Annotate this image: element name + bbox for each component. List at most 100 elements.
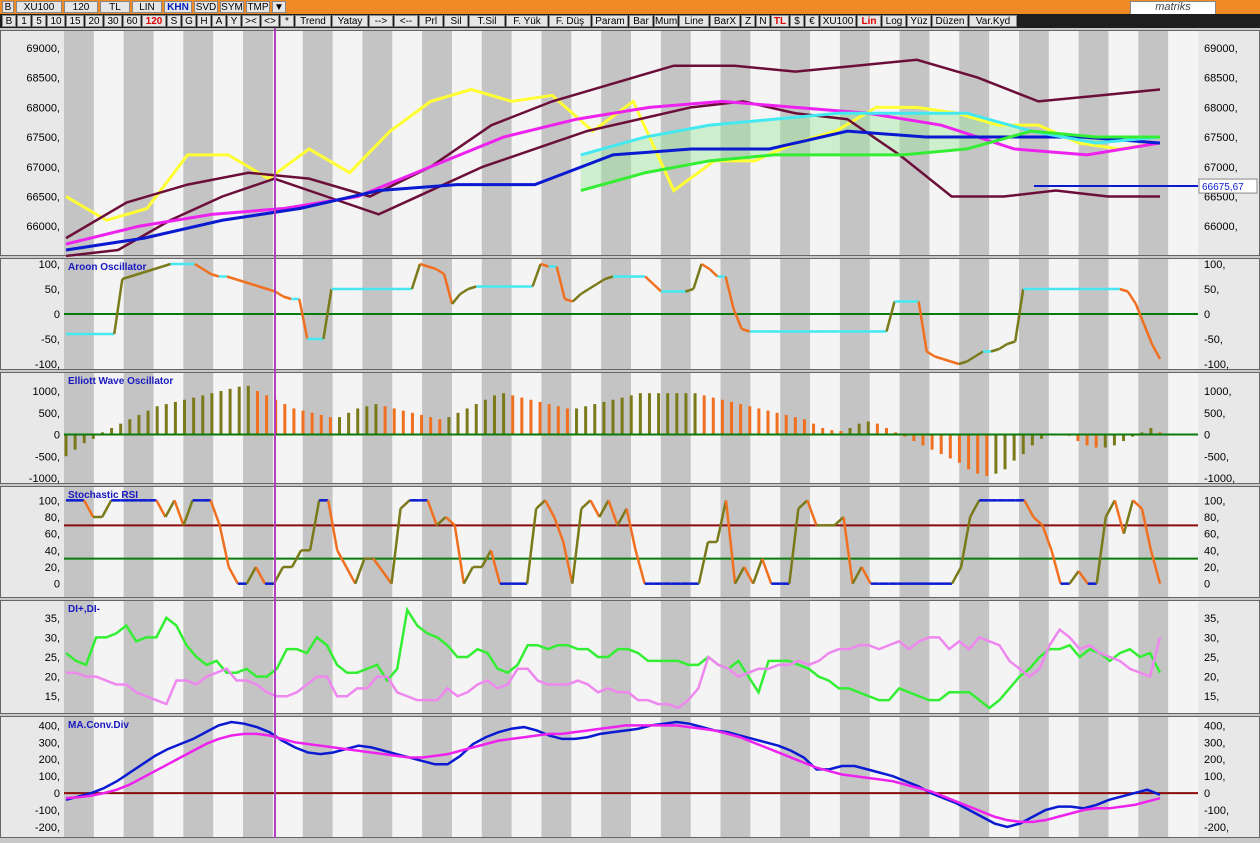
- currency-field[interactable]: TL: [100, 1, 130, 13]
- shade-col: [183, 716, 214, 838]
- y-tick-right: -500,: [1204, 451, 1229, 463]
- period-field[interactable]: 120: [64, 1, 98, 13]
- period-button-35[interactable]: €: [805, 15, 819, 27]
- period-button-13[interactable]: Y: [227, 15, 241, 27]
- period-button-29[interactable]: Line: [679, 15, 709, 27]
- period-button-39[interactable]: Yüz: [907, 15, 931, 27]
- ewo-bar: [465, 408, 469, 435]
- ewo-bar: [720, 399, 724, 435]
- ewo-bar: [584, 406, 588, 435]
- period-button-27[interactable]: Bar: [629, 15, 653, 27]
- period-button-31[interactable]: Z: [741, 15, 755, 27]
- brand-logo: matriks: [1130, 1, 1216, 15]
- period-button-11[interactable]: H: [197, 15, 211, 27]
- period-button-22[interactable]: Sil: [444, 15, 468, 27]
- ewo-bar: [520, 397, 524, 435]
- period-button-38[interactable]: Log: [882, 15, 906, 27]
- period-button-5[interactable]: 20: [85, 15, 103, 27]
- tmp-button[interactable]: TMP: [246, 1, 270, 13]
- ewo-bar: [994, 434, 998, 474]
- y-tick-right: 68500,: [1204, 73, 1238, 85]
- period-button-24[interactable]: F. Yük: [506, 15, 548, 27]
- y-tick-right: 66000,: [1204, 221, 1238, 233]
- ewo-bar: [347, 412, 351, 435]
- ewo-bar: [365, 406, 369, 435]
- lin-button[interactable]: LIN: [132, 1, 162, 13]
- period-button-19[interactable]: -->: [369, 15, 393, 27]
- period-button-4[interactable]: 15: [66, 15, 84, 27]
- period-button-18[interactable]: Yatay: [332, 15, 368, 27]
- shade-col: [1018, 486, 1049, 598]
- tmp-dropdown-button[interactable]: ▼: [272, 1, 286, 13]
- ewo-bar: [666, 393, 670, 435]
- symbol-field[interactable]: XU100: [16, 1, 62, 13]
- period-button-7[interactable]: 60: [123, 15, 141, 27]
- period-button-37[interactable]: Lin: [857, 15, 881, 27]
- ewo-bar: [119, 423, 123, 435]
- y-tick-left: 100,: [39, 771, 60, 783]
- ewo-bar: [338, 417, 341, 435]
- shade-col: [899, 600, 930, 714]
- shade-col: [959, 486, 990, 598]
- period-button-1[interactable]: 1: [17, 15, 31, 27]
- shade-col: [1078, 372, 1109, 484]
- shade-col: [243, 600, 273, 714]
- ewo-bar: [246, 385, 250, 435]
- shade-col: [1078, 486, 1109, 598]
- period-button-33[interactable]: TL: [771, 15, 789, 27]
- period-button-36[interactable]: XU100: [820, 15, 856, 27]
- y-tick-right: 0: [1204, 430, 1210, 442]
- chart-area[interactable]: 69000, 69000, 68500, 68500, 68000, 68000, 6750…: [0, 28, 1260, 843]
- y-tick-left: 68500,: [26, 73, 60, 85]
- period-button-17[interactable]: Trend: [295, 15, 331, 27]
- ewo-bar: [857, 423, 861, 435]
- period-button-16[interactable]: *: [280, 15, 294, 27]
- period-button-23[interactable]: T.Sil: [469, 15, 505, 27]
- period-button-0[interactable]: B: [2, 15, 16, 27]
- y-tick-right: -1000,: [1204, 473, 1235, 485]
- y-tick-left: 67000,: [26, 162, 60, 174]
- ewo-bar: [547, 404, 551, 435]
- period-button-10[interactable]: G: [182, 15, 196, 27]
- period-button-12[interactable]: A: [212, 15, 226, 27]
- shade-col: [720, 600, 751, 714]
- ewo-bar: [939, 434, 943, 455]
- svd-button[interactable]: SVD: [194, 1, 218, 13]
- ewo-bar: [310, 412, 314, 435]
- period-button-28[interactable]: Mum: [654, 15, 678, 27]
- period-button-8[interactable]: 120: [142, 15, 166, 27]
- ewo-bar: [957, 434, 961, 463]
- y-tick-left: 80,: [45, 512, 60, 524]
- y-tick-right: 20,: [1204, 672, 1219, 684]
- sym-button[interactable]: SYM: [220, 1, 244, 13]
- period-button-25[interactable]: F. Düş: [549, 15, 591, 27]
- period-button-9[interactable]: S: [167, 15, 181, 27]
- period-button-26[interactable]: Param: [592, 15, 628, 27]
- b-button[interactable]: B: [2, 1, 14, 13]
- y-tick-left: 35,: [45, 613, 60, 625]
- period-button-30[interactable]: BarX: [710, 15, 740, 27]
- shade-col: [302, 30, 333, 256]
- ewo-bar: [511, 395, 515, 435]
- ewo-bar: [538, 401, 542, 435]
- shade-col: [839, 372, 870, 484]
- period-button-14[interactable]: ><: [242, 15, 260, 27]
- period-button-32[interactable]: N: [756, 15, 770, 27]
- period-button-6[interactable]: 30: [104, 15, 122, 27]
- period-button-21[interactable]: Prl: [419, 15, 443, 27]
- period-button-3[interactable]: 10: [47, 15, 65, 27]
- shade-col: [601, 486, 631, 598]
- ewo-bar: [739, 404, 743, 435]
- y-tick-right: 30,: [1204, 632, 1219, 644]
- y-tick-left: 20,: [45, 672, 60, 684]
- period-button-34[interactable]: $: [790, 15, 804, 27]
- period-button-40[interactable]: Düzen: [932, 15, 968, 27]
- shade-col: [422, 486, 452, 598]
- ewo-bar: [383, 406, 387, 435]
- period-button-2[interactable]: 5: [32, 15, 46, 27]
- period-button-41[interactable]: Var.Kyd: [969, 15, 1017, 27]
- period-button-20[interactable]: <--: [394, 15, 418, 27]
- period-button-15[interactable]: <>: [261, 15, 279, 27]
- khn-button[interactable]: KHN: [164, 1, 192, 13]
- chart-svg[interactable]: 69000, 69000, 68500, 68500, 68000, 68000, 6750…: [0, 28, 1260, 838]
